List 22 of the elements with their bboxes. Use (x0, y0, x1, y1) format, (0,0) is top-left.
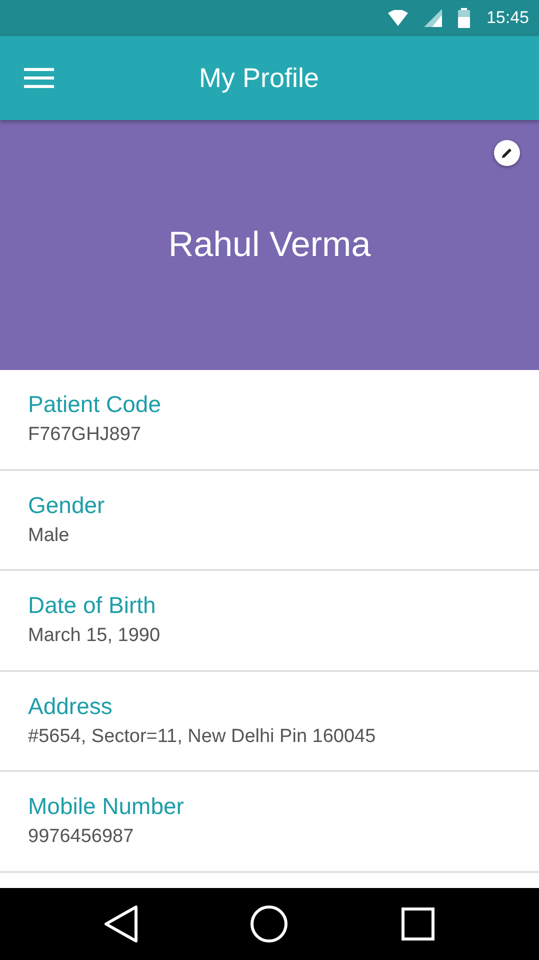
home-button[interactable] (250, 905, 288, 943)
field-value: #5654, Sector=11, New Delhi Pin 160045 (28, 724, 376, 748)
signal-icon (424, 9, 442, 27)
field-value: March 15, 1990 (28, 624, 160, 648)
field-value: F767GHJ897 (28, 423, 142, 447)
pencil-icon (501, 147, 513, 159)
back-button[interactable] (104, 905, 138, 943)
field-label: Mobile Number (28, 792, 184, 820)
app-bar-title: My Profile (199, 62, 320, 95)
field-value: 9976456987 (28, 825, 134, 849)
field-label: Patient Code (28, 390, 161, 418)
recents-button[interactable] (400, 907, 435, 941)
battery-icon (458, 8, 470, 28)
menu-button[interactable] (24, 67, 54, 89)
status-time: 15:45 (486, 7, 529, 30)
field-label: Address (28, 692, 112, 720)
field-label: Date of Birth (28, 591, 156, 619)
wifi-icon (388, 10, 408, 26)
profile-name: Rahul Verma (168, 224, 371, 266)
edit-button[interactable] (494, 140, 520, 166)
field-label: Gender (28, 490, 105, 518)
field-value: Male (28, 524, 70, 548)
